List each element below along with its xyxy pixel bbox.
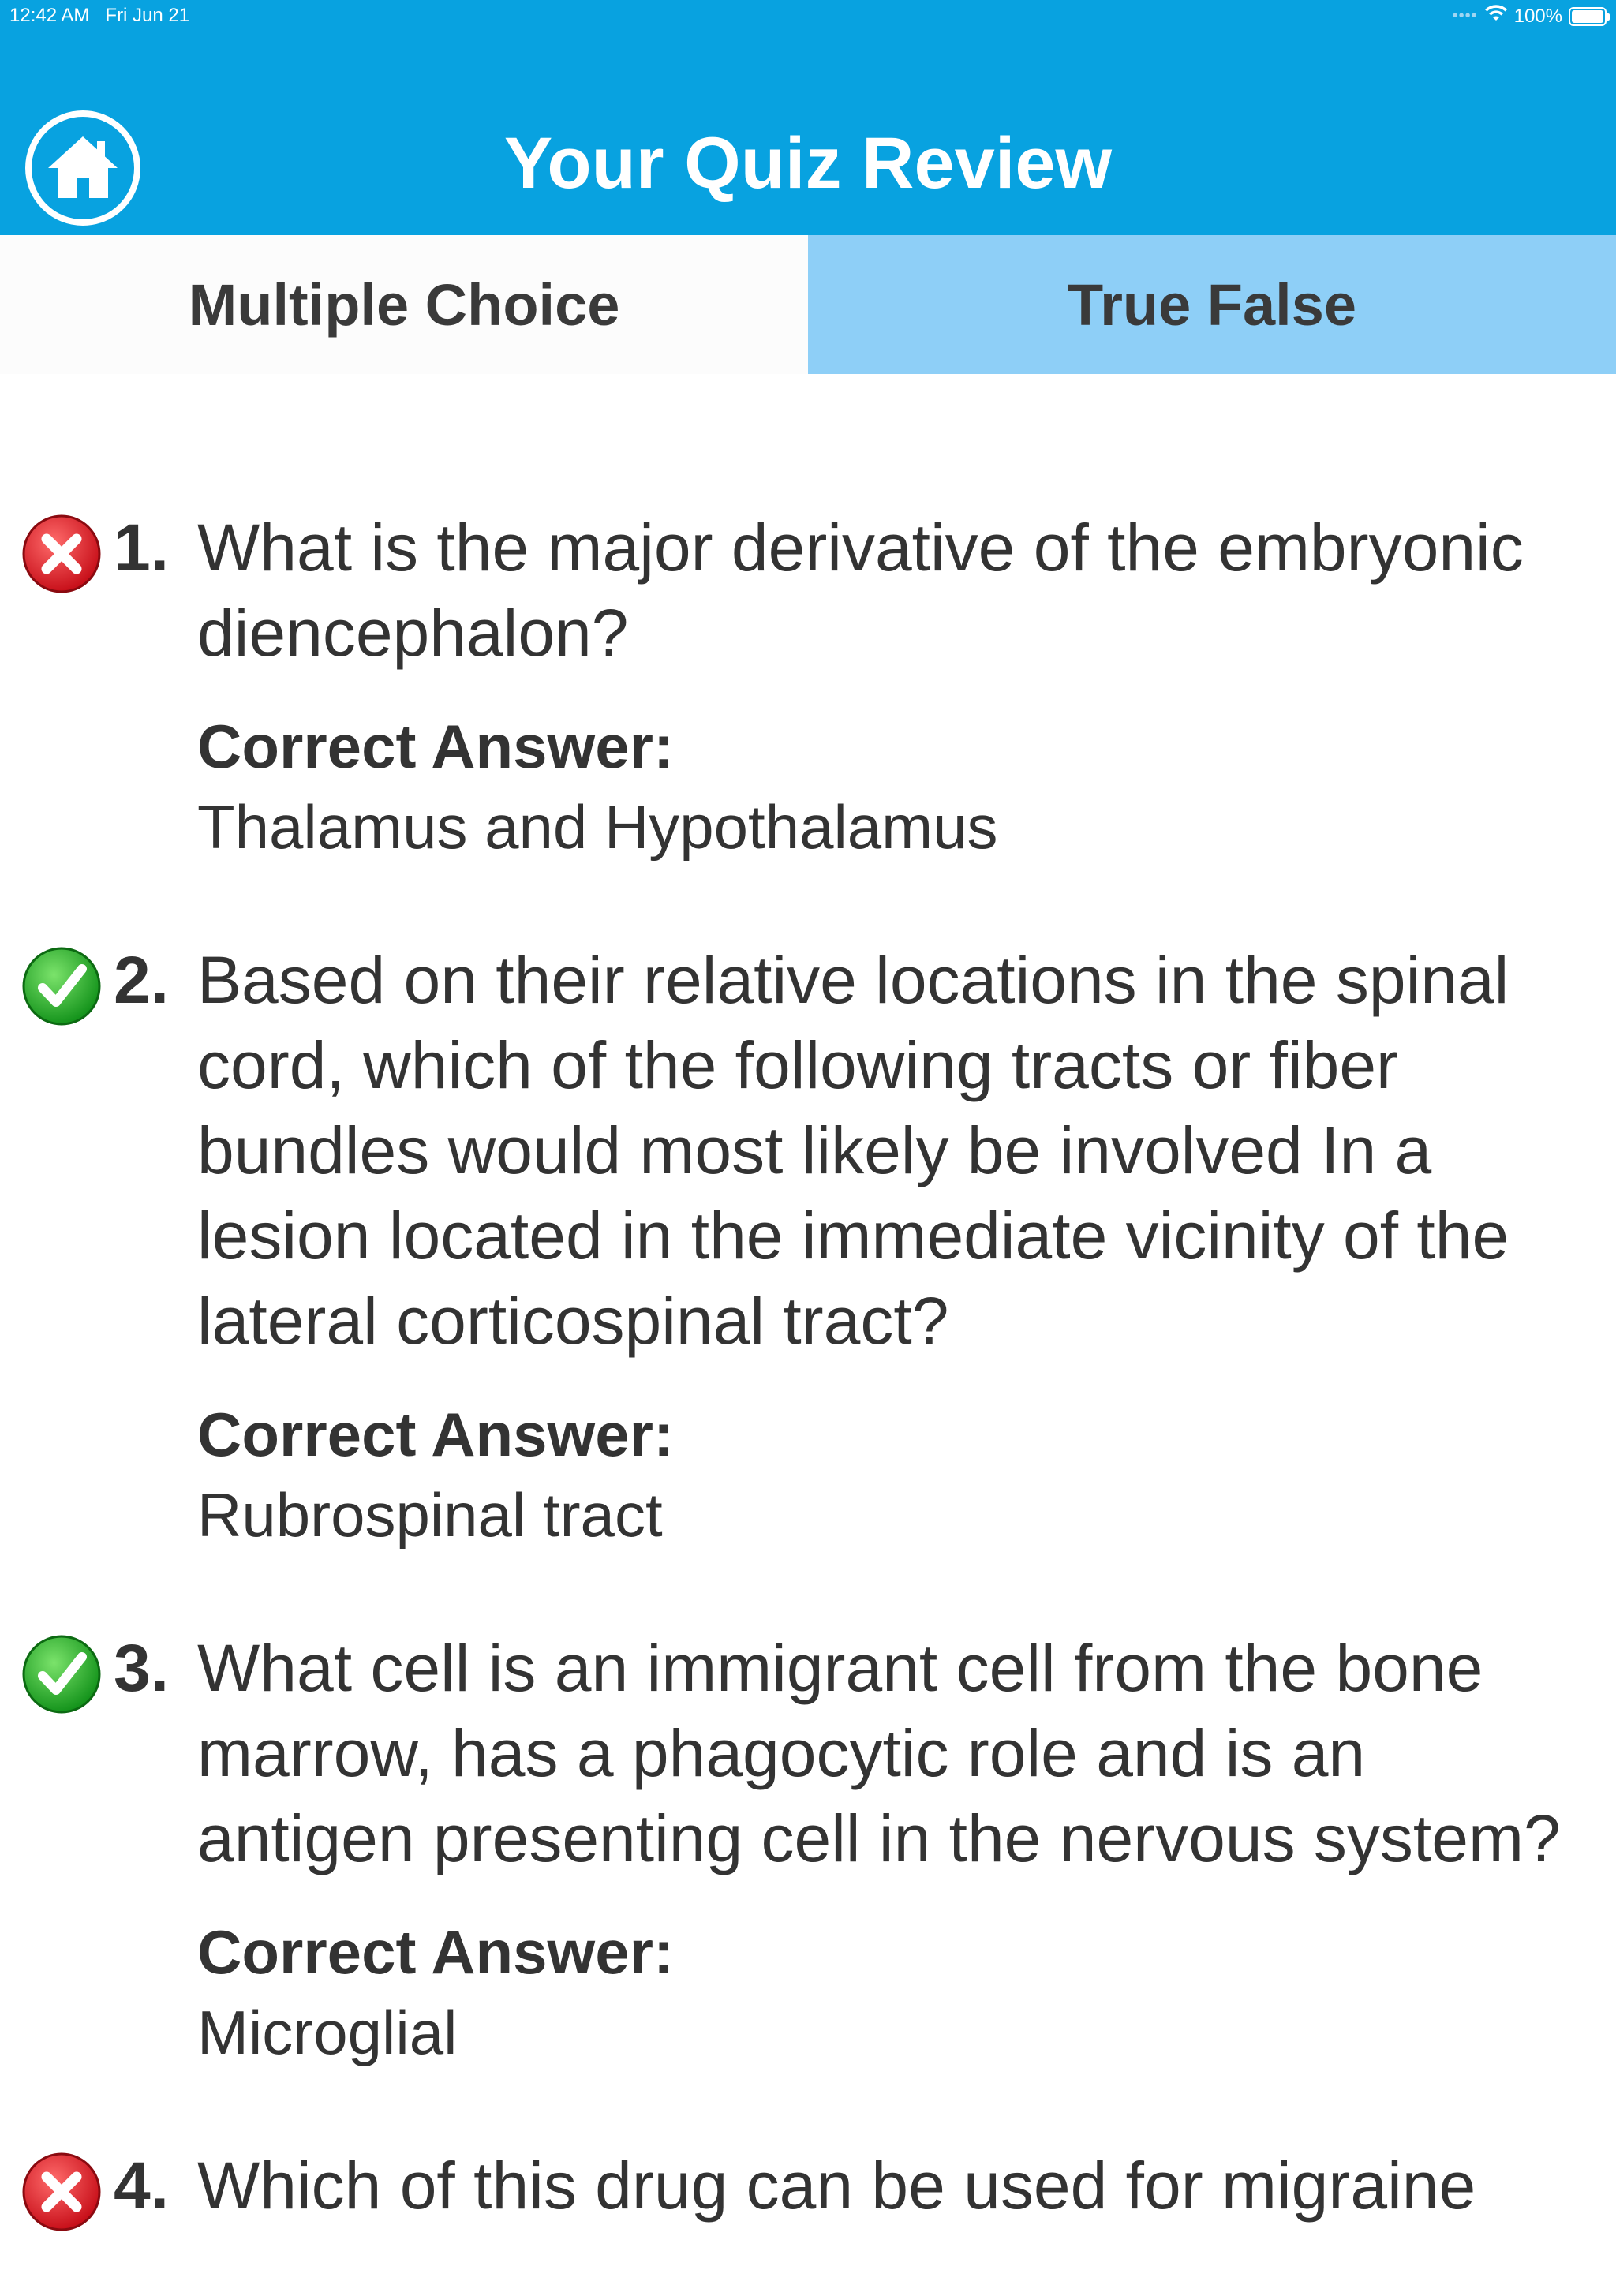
wifi-icon xyxy=(1484,5,1508,28)
question-text: What is the major derivative of the embr… xyxy=(197,510,1524,670)
correct-answer-text: Rubrospinal tract xyxy=(197,1480,663,1550)
status-bar-right: •••• 100% xyxy=(1452,5,1610,28)
question-text: Which of this drug can be used for migra… xyxy=(197,2148,1476,2223)
tab-bar: Multiple Choice True False xyxy=(0,235,1616,374)
tab-multiple-choice[interactable]: Multiple Choice xyxy=(0,235,808,374)
check-icon xyxy=(21,945,103,1027)
correct-answer-label: Correct Answer: xyxy=(197,712,674,781)
question-text: What cell is an immigrant cell from the … xyxy=(197,1631,1561,1875)
correct-answer-text: Microglial xyxy=(197,1998,458,2067)
question-text: Based on their relative locations in the… xyxy=(197,943,1509,1358)
status-date: Fri Jun 21 xyxy=(105,5,190,26)
status-bar-left: 12:42 AM Fri Jun 21 xyxy=(9,5,189,27)
status-time: 12:42 AM xyxy=(9,5,90,26)
question-list: 1. What is the major derivative of the e… xyxy=(0,505,1616,2296)
list-item: 2. Based on their relative locations in … xyxy=(0,937,1616,1557)
signal-icon: •••• xyxy=(1452,7,1478,24)
list-item: 4. Which of this drug can be used for mi… xyxy=(0,2143,1616,2231)
battery-percent: 100% xyxy=(1513,5,1562,27)
tab-true-false[interactable]: True False xyxy=(808,235,1616,374)
wrong-icon xyxy=(21,2151,103,2233)
app-header: 12:42 AM Fri Jun 21 •••• 100% Your Quiz … xyxy=(0,0,1616,235)
question-number: 3. xyxy=(114,1631,170,1705)
question-number: 2. xyxy=(114,943,170,1017)
page-title: Your Quiz Review xyxy=(503,123,1113,204)
wrong-icon xyxy=(21,513,103,595)
check-icon xyxy=(21,1633,103,1715)
list-item: 1. What is the major derivative of the e… xyxy=(0,505,1616,869)
battery-icon xyxy=(1569,6,1610,26)
correct-answer-label: Correct Answer: xyxy=(197,1400,674,1469)
correct-answer-label: Correct Answer: xyxy=(197,1917,674,1987)
question-number: 1. xyxy=(114,510,170,585)
list-item: 3. What cell is an immigrant cell from t… xyxy=(0,1625,1616,2075)
question-number: 4. xyxy=(114,2148,170,2223)
correct-answer-text: Thalamus and Hypothalamus xyxy=(197,792,998,862)
